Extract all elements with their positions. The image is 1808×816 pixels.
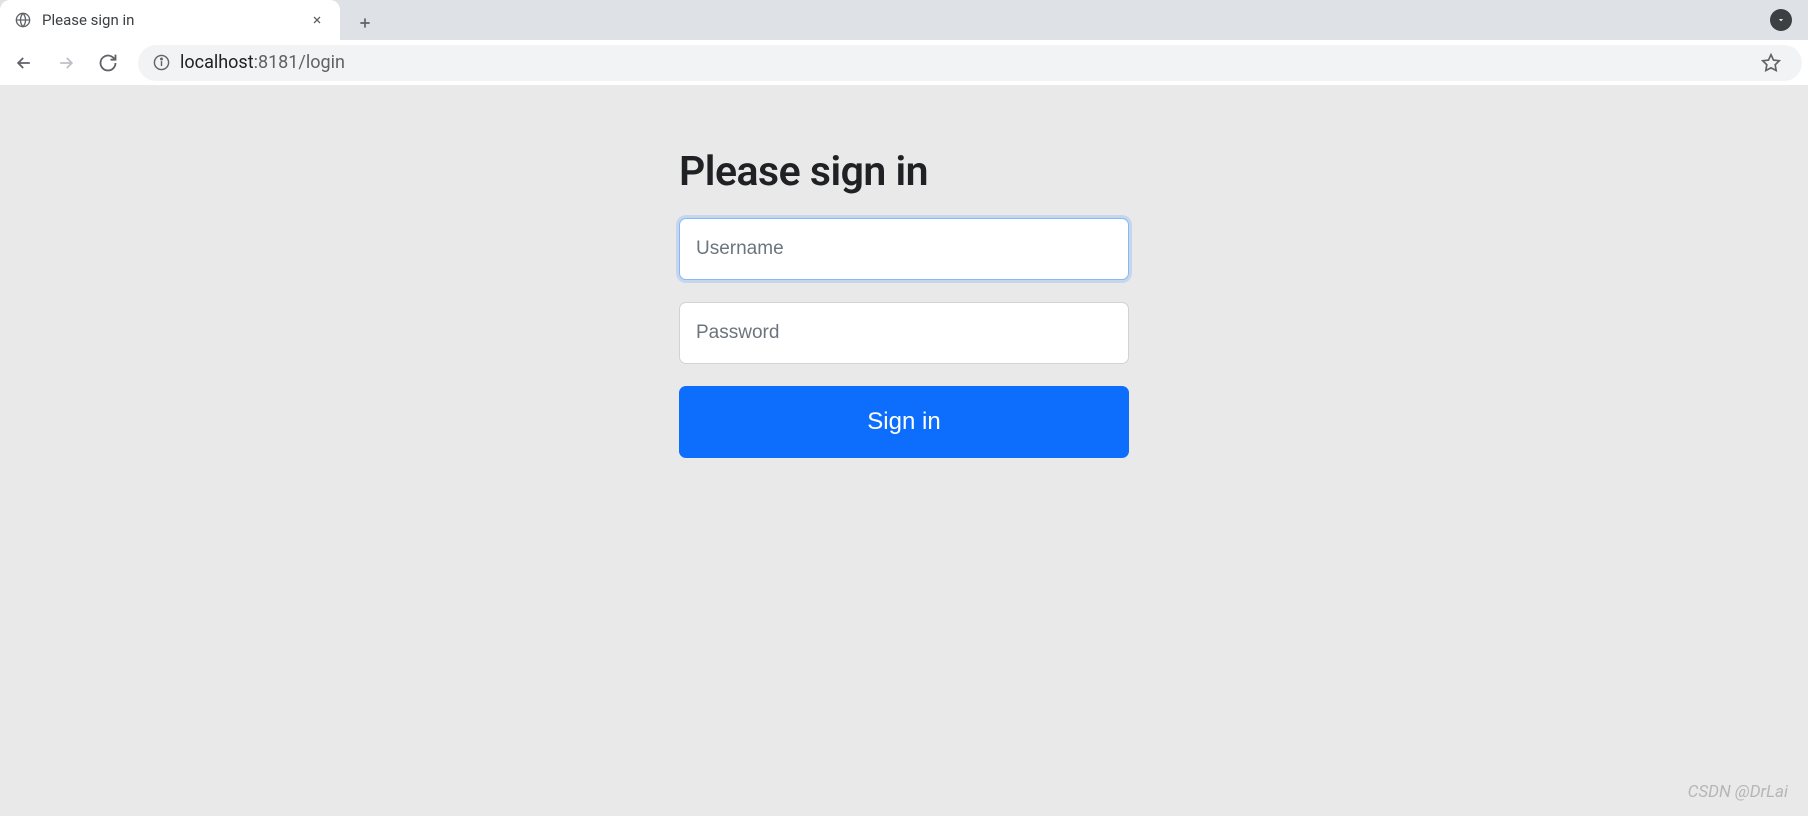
address-bar[interactable]: localhost:8181/login [138, 45, 1802, 81]
new-tab-button[interactable] [348, 6, 382, 40]
url-text: localhost:8181/login [180, 52, 1738, 73]
info-icon[interactable] [152, 54, 170, 72]
browser-tab-strip: Please sign in [0, 0, 1808, 40]
globe-icon [14, 11, 32, 29]
bookmark-star-icon[interactable] [1754, 46, 1788, 80]
browser-toolbar: localhost:8181/login [0, 40, 1808, 86]
browser-tab[interactable]: Please sign in [0, 0, 340, 40]
back-button[interactable] [6, 45, 42, 81]
reload-button[interactable] [90, 45, 126, 81]
signin-button[interactable]: Sign in [679, 386, 1129, 458]
tab-title: Please sign in [42, 11, 298, 29]
password-input[interactable] [679, 302, 1129, 364]
page-heading: Please sign in [679, 148, 1129, 196]
url-host: localhost [180, 52, 254, 73]
signin-form: Please sign in Sign in [679, 148, 1129, 816]
forward-button[interactable] [48, 45, 84, 81]
page-content: Please sign in Sign in CSDN @DrLai [0, 86, 1808, 816]
watermark-text: CSDN @DrLai [1688, 782, 1788, 802]
tabs-dropdown-icon[interactable] [1770, 9, 1792, 31]
username-input[interactable] [679, 218, 1129, 280]
close-icon[interactable] [308, 11, 326, 29]
tab-strip-right [1770, 0, 1792, 40]
url-rest: :8181/login [254, 52, 345, 73]
